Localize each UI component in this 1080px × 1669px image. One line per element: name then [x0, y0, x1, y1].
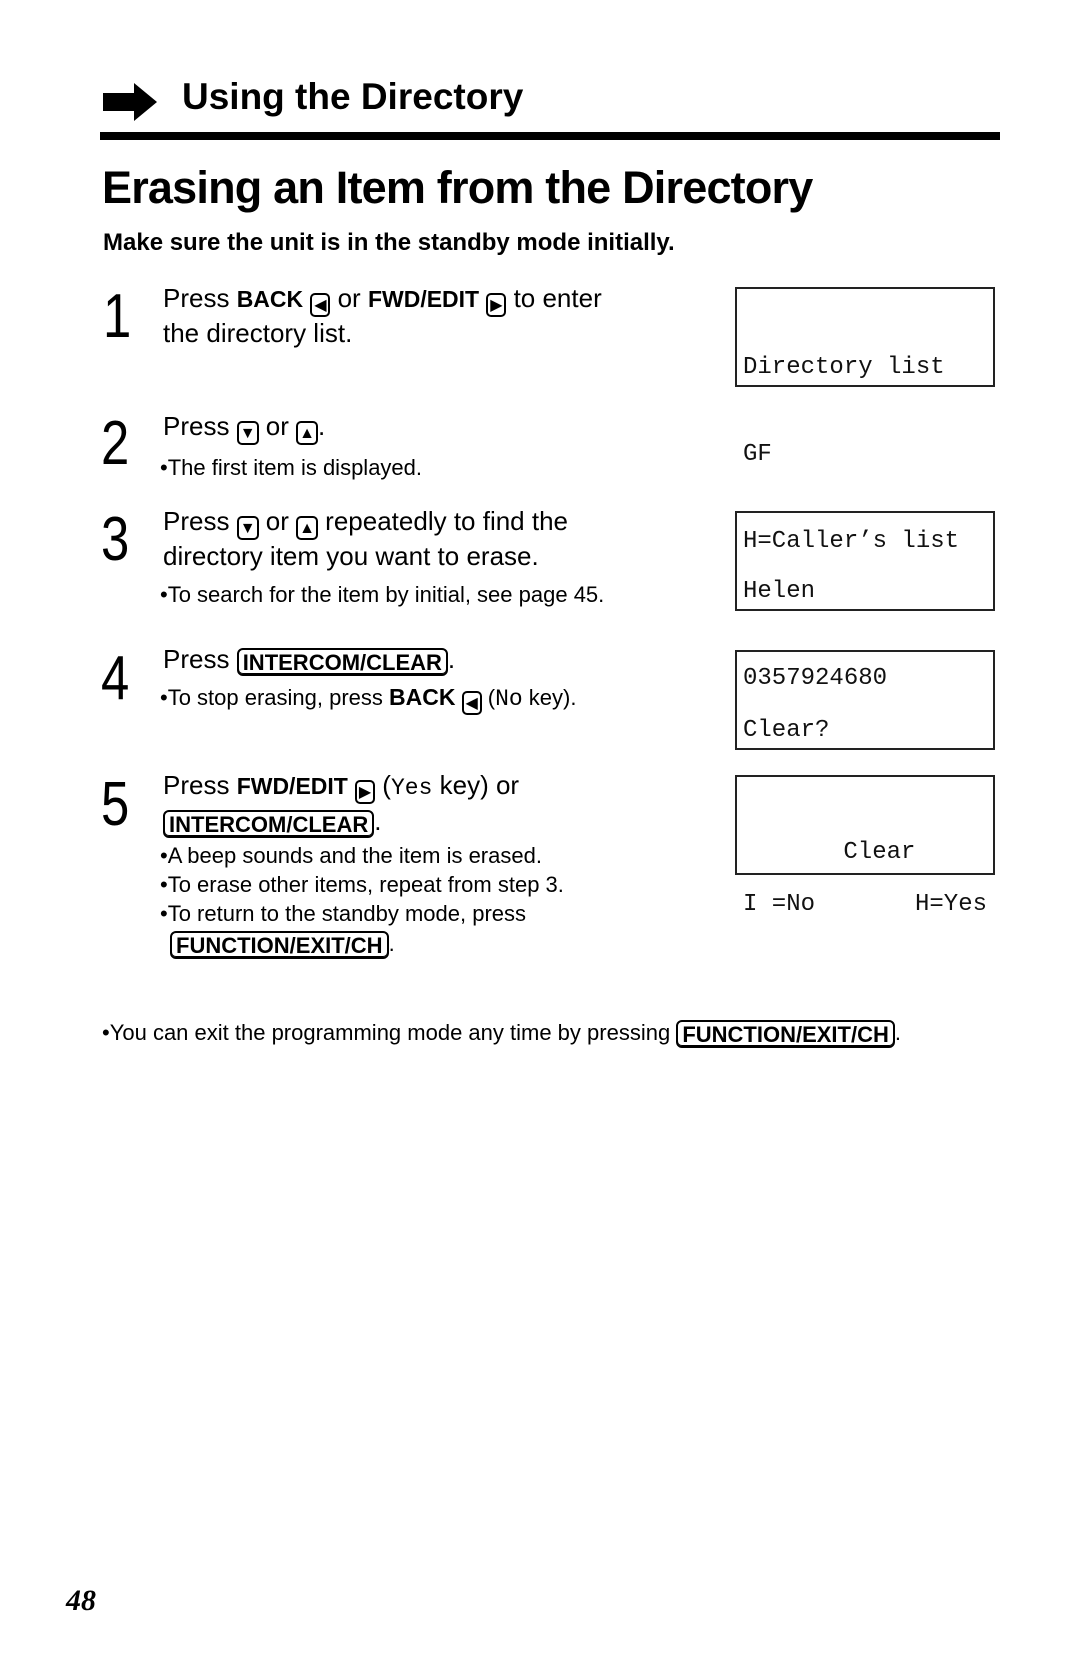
- lcd-line: Clear: [843, 839, 916, 866]
- step-text: .: [374, 806, 382, 836]
- section-title: Using the Directory: [182, 76, 524, 117]
- subtitle: Make sure the unit is in the standby mod…: [103, 229, 675, 256]
- step-text: Press: [163, 770, 237, 800]
- step-3-note: •To search for the item by initial, see …: [160, 582, 605, 607]
- down-key-icon: ▼: [236, 516, 259, 540]
- back-key-icon: ◀: [461, 691, 482, 715]
- yes-label: Yes: [390, 775, 433, 801]
- fwd-edit-label: FWD/EDIT: [236, 773, 348, 799]
- intercom-clear-key: INTERCOM/CLEAR: [163, 810, 375, 838]
- step-number-4: 4: [101, 644, 130, 713]
- step-5-notes: •A beep sounds and the item is erased. •…: [160, 841, 564, 959]
- step-text: to enter: [506, 283, 602, 313]
- note-text: .: [388, 931, 395, 956]
- lcd-no-option: I =No: [743, 891, 816, 918]
- down-key-icon: ▼: [236, 421, 259, 445]
- lcd-display-item: Helen 0357924680: [735, 511, 995, 692]
- lcd-display-clear-confirm: Clear? I =No H=Yes: [735, 650, 995, 918]
- up-key-icon: ▲: [296, 516, 318, 540]
- step-1-text: Press BACK ◀ or FWD/EDIT ▶ to enter the …: [163, 282, 602, 350]
- up-key-icon: ▲: [296, 421, 318, 445]
- step-text: Press: [163, 411, 237, 441]
- intercom-clear-key: INTERCOM/CLEAR: [236, 648, 448, 676]
- no-label: No: [495, 686, 523, 712]
- step-text: Press: [163, 644, 237, 674]
- note-text: •To stop erasing, press: [160, 685, 390, 710]
- lcd-line: Clear?: [743, 717, 830, 744]
- lcd-display-cleared: Clear: [735, 775, 995, 875]
- step-text: key) or: [432, 770, 520, 800]
- lcd-line: Helen: [743, 578, 816, 605]
- step-text-line2: the directory list.: [163, 318, 353, 348]
- step-text: Press: [163, 506, 237, 536]
- fwd-key-icon: ▶: [486, 293, 507, 317]
- back-label: BACK: [389, 684, 456, 710]
- step-text: .: [317, 411, 326, 441]
- lcd-line: GF: [743, 441, 772, 468]
- footer-note-text: •You can exit the programming mode any t…: [102, 1020, 677, 1045]
- note-item: •A beep sounds and the item is erased.: [160, 843, 542, 868]
- note-item: •To return to the standby mode, press: [160, 901, 527, 926]
- step-text: or: [258, 506, 297, 536]
- step-number-1: 1: [103, 282, 132, 351]
- step-text-line2: directory item you want to erase.: [163, 541, 539, 571]
- step-text: (: [375, 770, 391, 800]
- step-2-note: •The first item is displayed.: [160, 455, 423, 480]
- function-exit-ch-key: FUNCTION/EXIT/CH: [676, 1020, 895, 1048]
- lcd-yes-option: H=Yes: [914, 891, 987, 918]
- step-4-note: •To stop erasing, press BACK ◀ (No key).: [160, 683, 576, 715]
- step-5-text: Press FWD/EDIT ▶ (Yes key) or INTERCOM/C…: [163, 769, 519, 838]
- step-text: or: [330, 283, 368, 313]
- step-4-text: Press INTERCOM/CLEAR.: [163, 643, 455, 676]
- step-number-3: 3: [101, 505, 130, 574]
- back-key-icon: ◀: [310, 293, 331, 317]
- arrow-right-icon: [103, 83, 157, 121]
- step-3-text: Press ▼ or ▲ repeatedly to find the dire…: [163, 505, 568, 573]
- note-item: •To erase other items, repeat from step …: [160, 872, 564, 897]
- lcd-line: Directory list: [743, 354, 945, 381]
- step-text: Press: [163, 283, 237, 313]
- lcd-display-directory-list: Directory list GF H=Caller’s list: [735, 287, 995, 555]
- step-number-5: 5: [101, 770, 130, 839]
- footer-period: .: [894, 1020, 901, 1045]
- function-exit-ch-key: FUNCTION/EXIT/CH: [170, 931, 389, 959]
- header-rule: [100, 132, 1000, 140]
- note-text: (: [481, 685, 496, 710]
- fwd-key-icon: ▶: [355, 780, 376, 804]
- page-number: 48: [66, 1584, 96, 1617]
- back-label: BACK: [236, 286, 304, 312]
- step-text: repeatedly to find the: [317, 506, 569, 536]
- lcd-options-line: I =No H=Yes: [743, 890, 987, 919]
- footer-note: •You can exit the programming mode any t…: [102, 1020, 901, 1048]
- page-title: Erasing an Item from the Directory: [102, 162, 813, 213]
- step-text: or: [258, 411, 297, 441]
- step-text: .: [447, 644, 456, 674]
- fwd-edit-label: FWD/EDIT: [367, 286, 480, 312]
- step-number-2: 2: [101, 409, 130, 478]
- note-text: key).: [522, 685, 577, 710]
- step-2-text: Press ▼ or ▲.: [163, 410, 325, 445]
